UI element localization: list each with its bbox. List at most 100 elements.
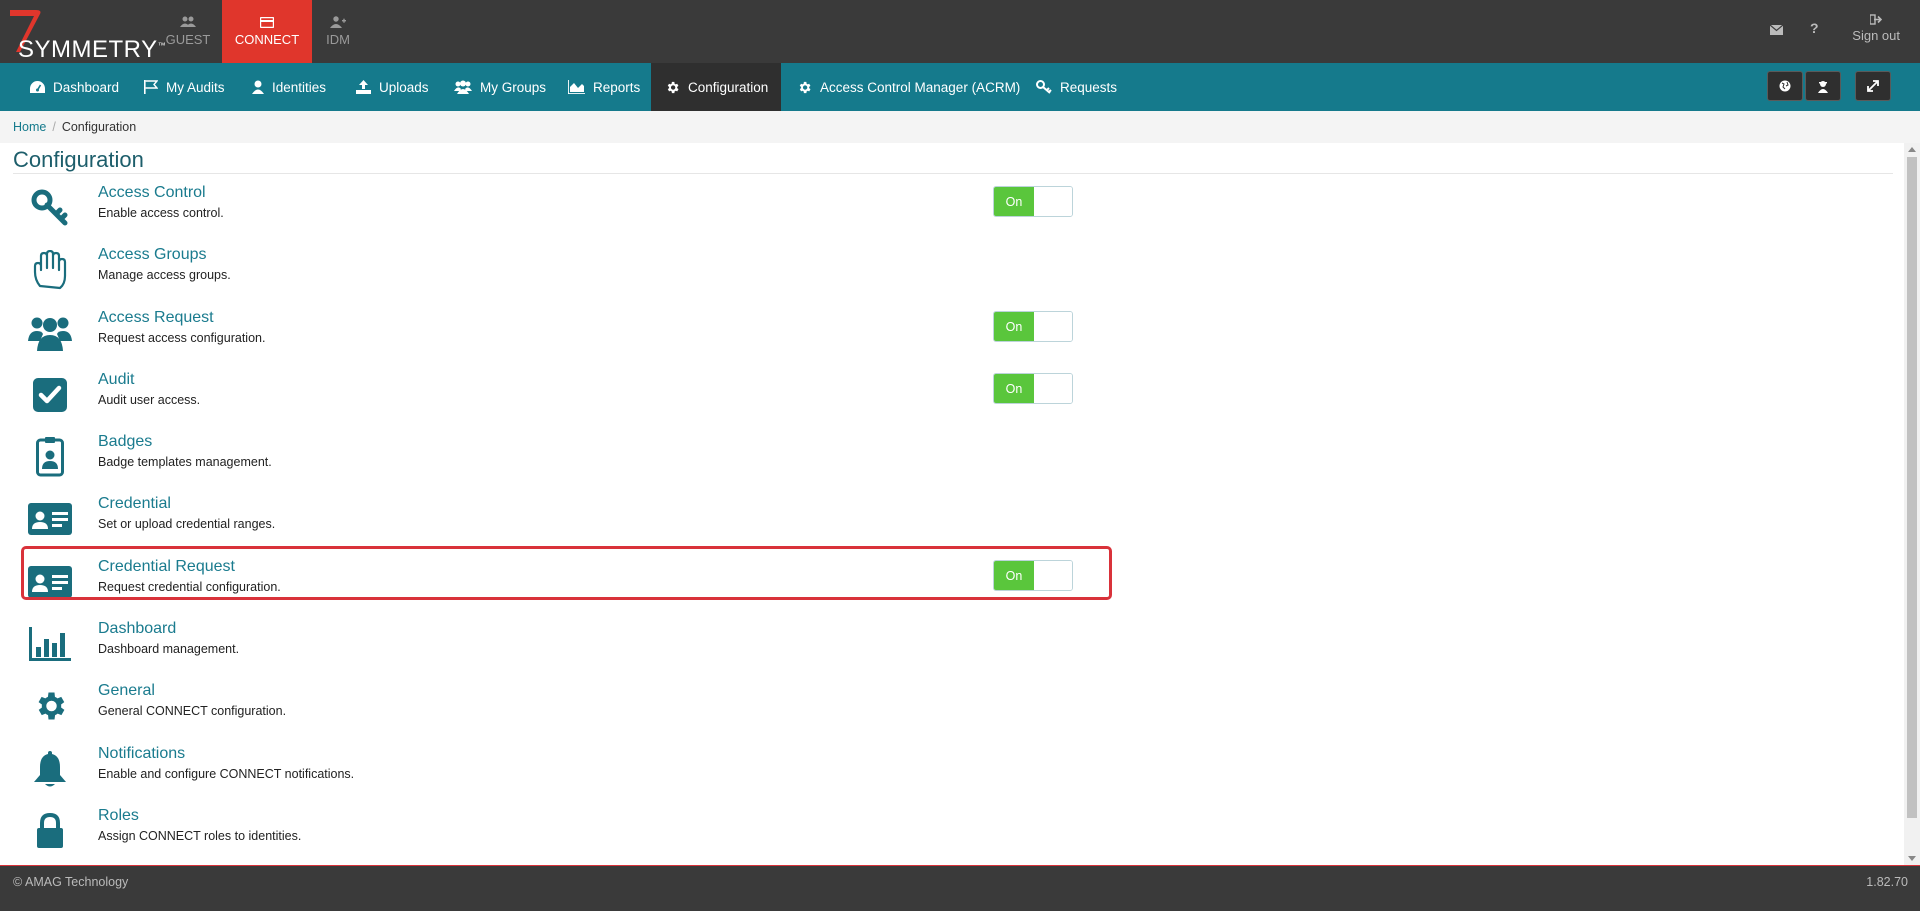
users-icon <box>28 313 72 353</box>
sign-out-button[interactable]: Sign out <box>1852 14 1900 43</box>
access-request-toggle[interactable]: On <box>993 311 1073 342</box>
upload-icon <box>356 80 371 94</box>
config-row-access-groups: Access Groups Manage access groups. <box>22 242 1112 294</box>
nav-item-label: Uploads <box>379 79 429 95</box>
app-tab-connect[interactable]: CONNECT <box>222 0 312 63</box>
user-icon <box>252 80 264 94</box>
config-row-general: General General CONNECT configuration. <box>22 678 1112 730</box>
users-icon <box>454 80 472 94</box>
config-row-audit: Audit Audit user access. On <box>22 367 1112 419</box>
users-icon <box>180 16 196 27</box>
config-item-name[interactable]: Access Request <box>98 309 214 327</box>
toggle-knob <box>1034 374 1072 403</box>
footer: © AMAG Technology 1.82.70 <box>0 865 1920 911</box>
id-card-icon <box>28 499 72 539</box>
config-item-desc: Manage access groups. <box>98 268 231 282</box>
nav-item-label: Configuration <box>688 79 769 95</box>
breadcrumb-home[interactable]: Home <box>13 120 46 134</box>
config-item-name[interactable]: Credential <box>98 495 171 513</box>
nav-item-label: My Groups <box>480 79 547 95</box>
highlight-box <box>21 546 1112 600</box>
config-row-credential: Credential Set or upload credential rang… <box>22 491 1112 543</box>
nav-item-label: Access Control Manager (ACRM) <box>820 79 1021 95</box>
nav-item-requests[interactable]: Requests <box>1022 63 1131 111</box>
key-icon <box>28 188 72 228</box>
toggle-knob <box>1034 312 1072 341</box>
app-tab-guest[interactable]: GUEST <box>160 0 216 63</box>
envelope-icon[interactable] <box>1769 22 1784 38</box>
content-scrollbar[interactable] <box>1904 143 1920 865</box>
config-item-desc: Dashboard management. <box>98 642 240 656</box>
scroll-down-arrow-icon[interactable] <box>1908 856 1916 861</box>
app-tab-idm[interactable]: IDM <box>316 0 360 63</box>
config-row-roles: Roles Assign CONNECT roles to identities… <box>22 803 1112 855</box>
dashboard-icon <box>30 80 45 94</box>
gear-icon <box>28 686 72 726</box>
key-icon <box>1036 80 1052 94</box>
config-item-name[interactable]: Roles <box>98 807 139 825</box>
config-item-name[interactable]: Notifications <box>98 745 185 763</box>
page-title: Configuration <box>13 147 144 172</box>
toggle-on-label: On <box>994 312 1034 341</box>
credit-card-icon <box>260 16 274 28</box>
config-row-dashboard: Dashboard Dashboard management. <box>22 616 1112 668</box>
gear-icon <box>665 80 680 95</box>
sign-out-label: Sign out <box>1852 28 1900 43</box>
nav-item-configuration[interactable]: Configuration <box>651 63 781 111</box>
access-control-toggle[interactable]: On <box>993 186 1073 217</box>
config-item-desc: Audit user access. <box>98 393 201 407</box>
config-item-name[interactable]: Badges <box>98 433 152 451</box>
nav-item-uploads[interactable]: Uploads <box>342 63 443 111</box>
globe-button[interactable] <box>1767 71 1803 101</box>
badge-icon <box>28 437 72 477</box>
config-item-name[interactable]: General <box>98 682 155 700</box>
config-item-name[interactable]: Access Control <box>98 184 206 202</box>
audit-toggle[interactable]: On <box>993 373 1073 404</box>
toggle-on-label: On <box>994 187 1034 216</box>
app-tab-label: IDM <box>326 32 350 47</box>
config-item-desc: Enable access control. <box>98 206 224 220</box>
scroll-up-arrow-icon[interactable] <box>1908 147 1916 152</box>
nav-item-label: Requests <box>1060 79 1118 95</box>
symmetry-logo[interactable]: SYMMETRY™ <box>6 6 166 63</box>
user-secret-button[interactable] <box>1805 71 1841 101</box>
toggle-knob <box>1034 187 1072 216</box>
config-item-desc: Badge templates management. <box>98 455 272 469</box>
title-divider <box>13 173 1893 174</box>
footer-version: 1.82.70 <box>1866 875 1908 889</box>
config-item-desc: Set or upload credential ranges. <box>98 517 276 531</box>
app-tab-label: CONNECT <box>234 31 300 47</box>
bar-chart-icon <box>28 624 72 664</box>
nav-item-acrm[interactable]: Access Control Manager (ACRM) <box>783 63 1034 111</box>
app-tab-label: GUEST <box>165 32 211 47</box>
config-item-name[interactable]: Access Groups <box>98 246 206 264</box>
config-row-notifications: Notifications Enable and configure CONNE… <box>22 741 1112 793</box>
logo-text: SYMMETRY <box>18 36 158 63</box>
help-icon[interactable]: ? <box>1810 20 1819 36</box>
globe-icon <box>1779 80 1791 92</box>
scroll-thumb[interactable] <box>1907 157 1917 818</box>
gear-icon <box>797 80 812 95</box>
flag-icon <box>144 80 158 94</box>
config-item-desc: Request access configuration. <box>98 331 266 345</box>
top-bar: SYMMETRY™ GUEST CONNECT IDM ? Sign out <box>0 0 1920 63</box>
nav-item-my-groups[interactable]: My Groups <box>440 63 560 111</box>
config-item-desc: Assign CONNECT roles to identities. <box>98 829 302 843</box>
configuration-content: Configuration Access Control Enable acce… <box>0 143 1904 865</box>
nav-item-dashboard[interactable]: Dashboard <box>16 63 133 111</box>
nav-item-reports[interactable]: Reports <box>554 63 654 111</box>
config-item-name[interactable]: Dashboard <box>98 620 176 638</box>
lock-icon <box>28 811 72 851</box>
config-item-desc: Enable and configure CONNECT notificatio… <box>98 767 355 781</box>
expand-icon <box>1867 80 1879 92</box>
breadcrumb: Home / Configuration <box>0 111 1920 143</box>
nav-item-my-audits[interactable]: My Audits <box>130 63 239 111</box>
nav-item-identities[interactable]: Identities <box>238 63 340 111</box>
main-nav: Dashboard My Audits Identities Uploads M… <box>0 63 1920 111</box>
fullscreen-button[interactable] <box>1855 71 1891 101</box>
hand-icon <box>28 250 72 290</box>
config-row-access-request: Access Request Request access configurat… <box>22 305 1112 357</box>
config-row-badges: Badges Badge templates management. <box>22 429 1112 481</box>
config-row-access-control: Access Control Enable access control. On <box>22 180 1112 232</box>
config-item-name[interactable]: Audit <box>98 371 134 389</box>
